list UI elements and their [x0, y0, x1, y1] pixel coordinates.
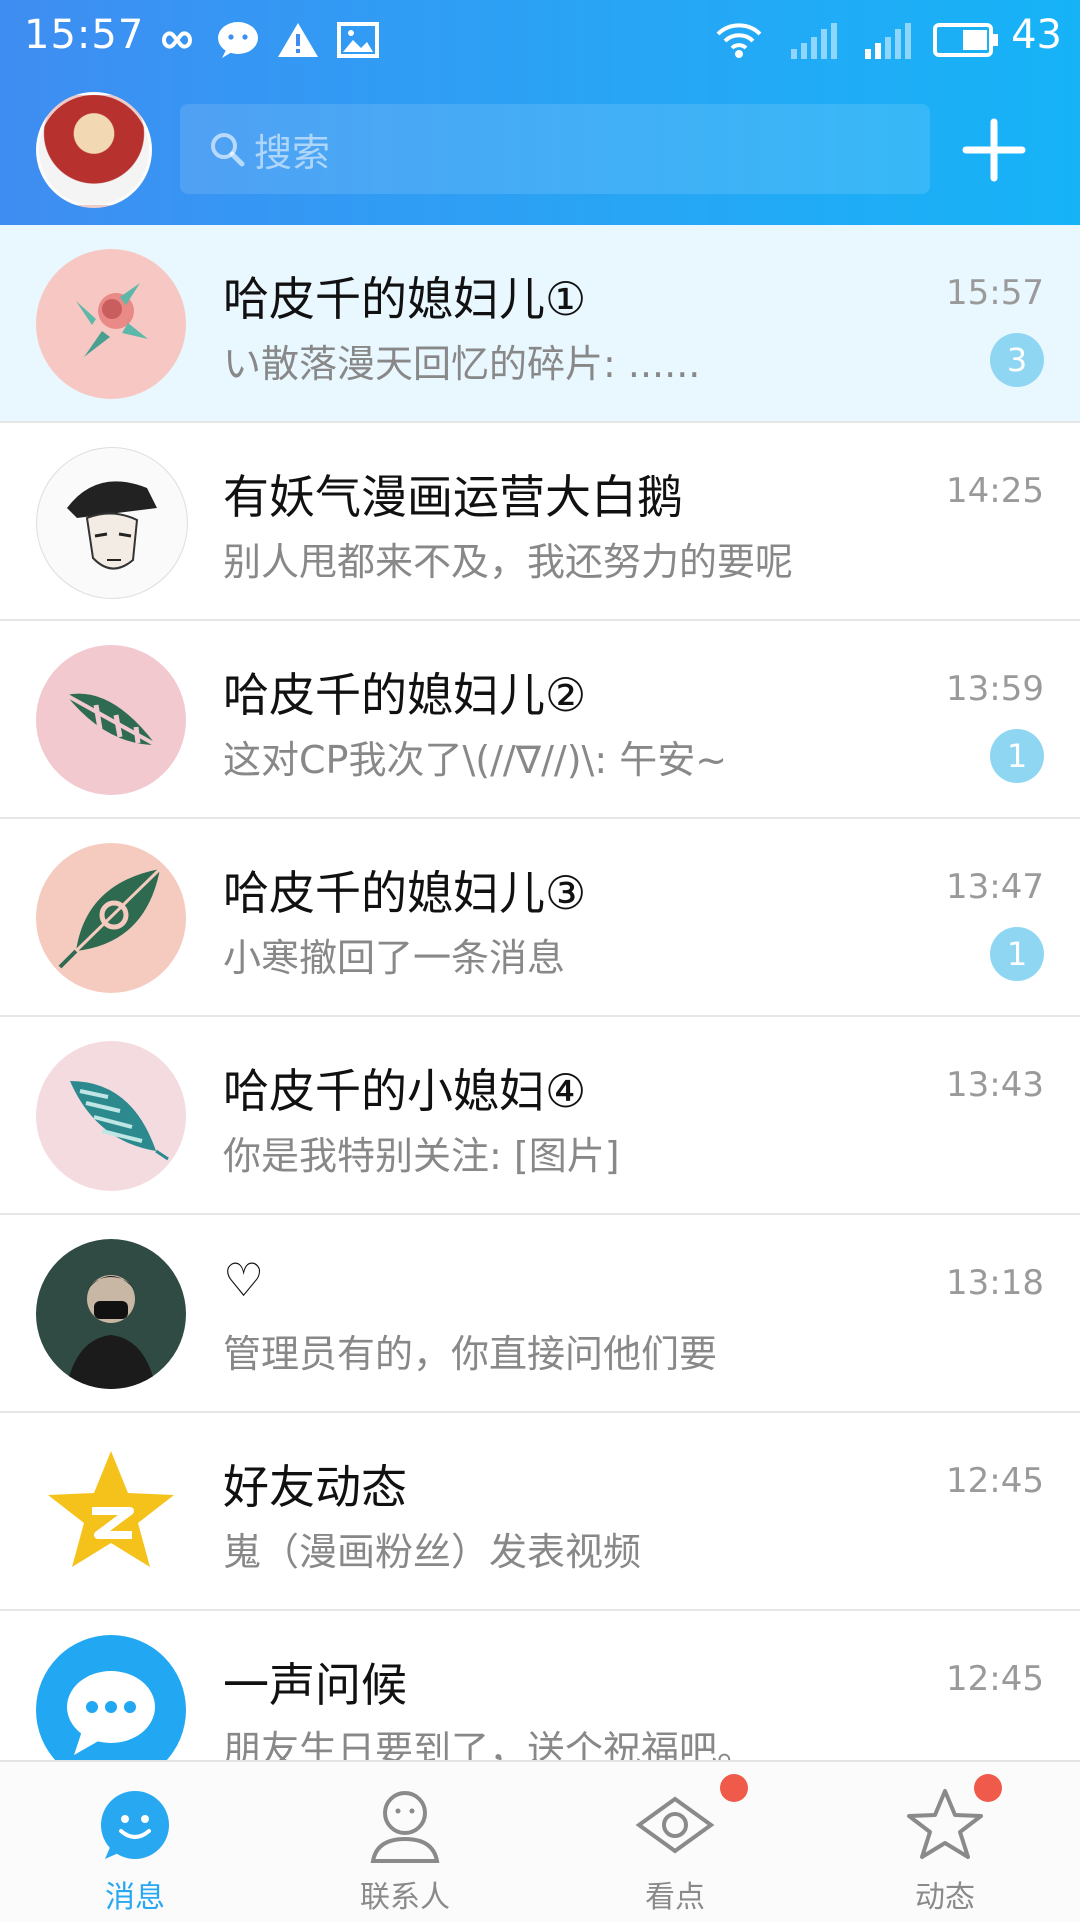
conversation-name: 一声问候	[223, 1658, 407, 1712]
leaf-icon	[65, 693, 157, 747]
user-avatar	[36, 447, 188, 599]
conversation-name: 好友动态	[223, 1460, 407, 1514]
tab-label: 联系人	[360, 1880, 450, 1915]
conversation-preview: 朋友生日要到了，送个祝福吧。	[223, 1728, 756, 1760]
chat-bubble-icon	[214, 14, 262, 66]
conversation-row[interactable]: ♡ 管理员有的，你直接问他们要 13:18	[0, 1215, 1080, 1413]
conversation-row[interactable]: 哈皮千的媳妇儿① い散落漫天回忆的碎片: ...... 15:57 3	[0, 225, 1080, 423]
eye-icon	[625, 1780, 725, 1870]
status-time: 15:57	[24, 12, 145, 58]
conversation-name: 哈皮千的小媳妇④	[223, 1064, 587, 1118]
infinity-icon	[150, 14, 204, 66]
group-avatar	[36, 1041, 186, 1191]
tab-moments[interactable]: 动态	[810, 1762, 1080, 1922]
conversation-row[interactable]: 哈皮千的媳妇儿③ 小寒撤回了一条消息 13:47 1	[0, 819, 1080, 1017]
conversation-name: 哈皮千的媳妇儿②	[223, 668, 587, 722]
tab-label: 动态	[915, 1880, 975, 1915]
notification-dot	[720, 1774, 748, 1802]
rose-icon	[76, 283, 148, 357]
signal-4g-icon	[860, 14, 916, 66]
conversation-preview: 这对CP我次了\(//∇//)\: 午安~	[223, 738, 728, 782]
conversation-row[interactable]: 有妖气漫画运营大白鹅 别人甩都来不及，我还努力的要呢 14:25	[0, 423, 1080, 621]
wifi-icon	[712, 14, 766, 66]
group-avatar	[36, 249, 186, 399]
portrait-icon	[67, 481, 157, 570]
unread-badge: 1	[990, 927, 1044, 981]
tab-kandian[interactable]: 看点	[540, 1762, 810, 1922]
conversation-row[interactable]: 哈皮千的小媳妇④ 你是我特别关注: [图片] 13:43	[0, 1017, 1080, 1215]
battery-level: 43	[1011, 12, 1062, 58]
contacts-person-icon	[355, 1780, 455, 1870]
search-placeholder: 搜索	[254, 130, 331, 175]
conversation-time: 14:25	[946, 471, 1044, 511]
conversation-time: 12:45	[946, 1461, 1044, 1501]
tab-label: 消息	[105, 1880, 165, 1915]
conversation-name: 有妖气漫画运营大白鹅	[223, 470, 683, 524]
tab-contacts[interactable]: 联系人	[270, 1762, 540, 1922]
tab-label: 看点	[645, 1880, 705, 1915]
battery-icon	[932, 14, 1000, 66]
image-icon	[334, 14, 382, 66]
conversation-time: 12:45	[946, 1659, 1044, 1699]
conversation-row[interactable]: 好友动态 嵬（漫画粉丝）发表视频 12:45	[0, 1413, 1080, 1611]
conversation-name: ♡	[223, 1253, 265, 1307]
conversation-row[interactable]: 一声问候 朋友生日要到了，送个祝福吧。 12:45	[0, 1611, 1080, 1760]
status-bar: 15:57 43	[0, 0, 1080, 80]
group-avatar	[36, 645, 186, 795]
conversation-preview: 别人甩都来不及，我还努力的要呢	[223, 540, 794, 584]
search-bar[interactable]: 搜索	[180, 104, 930, 194]
message-face-icon	[85, 1780, 185, 1870]
plus-icon	[962, 118, 1026, 182]
qzone-star-icon	[48, 1451, 174, 1567]
conversation-time: 13:43	[946, 1065, 1044, 1105]
search-icon	[208, 130, 246, 168]
user-avatar	[36, 1239, 186, 1389]
qzone-avatar	[36, 1437, 186, 1587]
warning-icon	[274, 14, 322, 66]
leaf-icon	[70, 1081, 169, 1161]
conversation-preview: 你是我特别关注: [图片]	[223, 1134, 620, 1178]
group-avatar	[36, 843, 186, 993]
conversation-preview: 嵬（漫画粉丝）发表视频	[223, 1530, 642, 1574]
conversation-row[interactable]: 哈皮千的媳妇儿② 这对CP我次了\(//∇//)\: 午安~ 13:59 1	[0, 621, 1080, 819]
conversation-preview: い散落漫天回忆的碎片: ......	[223, 342, 701, 386]
conversation-name: 哈皮千的媳妇儿①	[223, 272, 587, 326]
add-button[interactable]	[944, 100, 1044, 200]
notification-dot	[974, 1774, 1002, 1802]
conversation-time: 13:18	[946, 1263, 1044, 1303]
chat-bubble-icon	[67, 1671, 155, 1755]
conversation-list[interactable]: 哈皮千的媳妇儿① い散落漫天回忆的碎片: ...... 15:57 3 有妖气漫…	[0, 225, 1080, 1760]
conversation-time: 15:57	[946, 273, 1044, 313]
masked-person-icon	[66, 1275, 156, 1389]
conversation-name: 哈皮千的媳妇儿③	[223, 866, 587, 920]
conversation-time: 13:47	[946, 867, 1044, 907]
profile-avatar[interactable]	[36, 92, 152, 208]
bottom-tab-bar: 消息 联系人 看点 动态	[0, 1760, 1080, 1922]
signal-empty-icon	[786, 14, 842, 66]
tab-messages[interactable]: 消息	[0, 1762, 270, 1922]
conversation-preview: 管理员有的，你直接问他们要	[223, 1332, 718, 1376]
conversation-preview: 小寒撤回了一条消息	[223, 936, 566, 980]
greeting-avatar	[36, 1635, 186, 1760]
conversation-time: 13:59	[946, 669, 1044, 709]
header: 15:57 43 搜索	[0, 0, 1080, 225]
leaf-icon	[58, 867, 162, 969]
unread-badge: 3	[990, 333, 1044, 387]
unread-badge: 1	[990, 729, 1044, 783]
